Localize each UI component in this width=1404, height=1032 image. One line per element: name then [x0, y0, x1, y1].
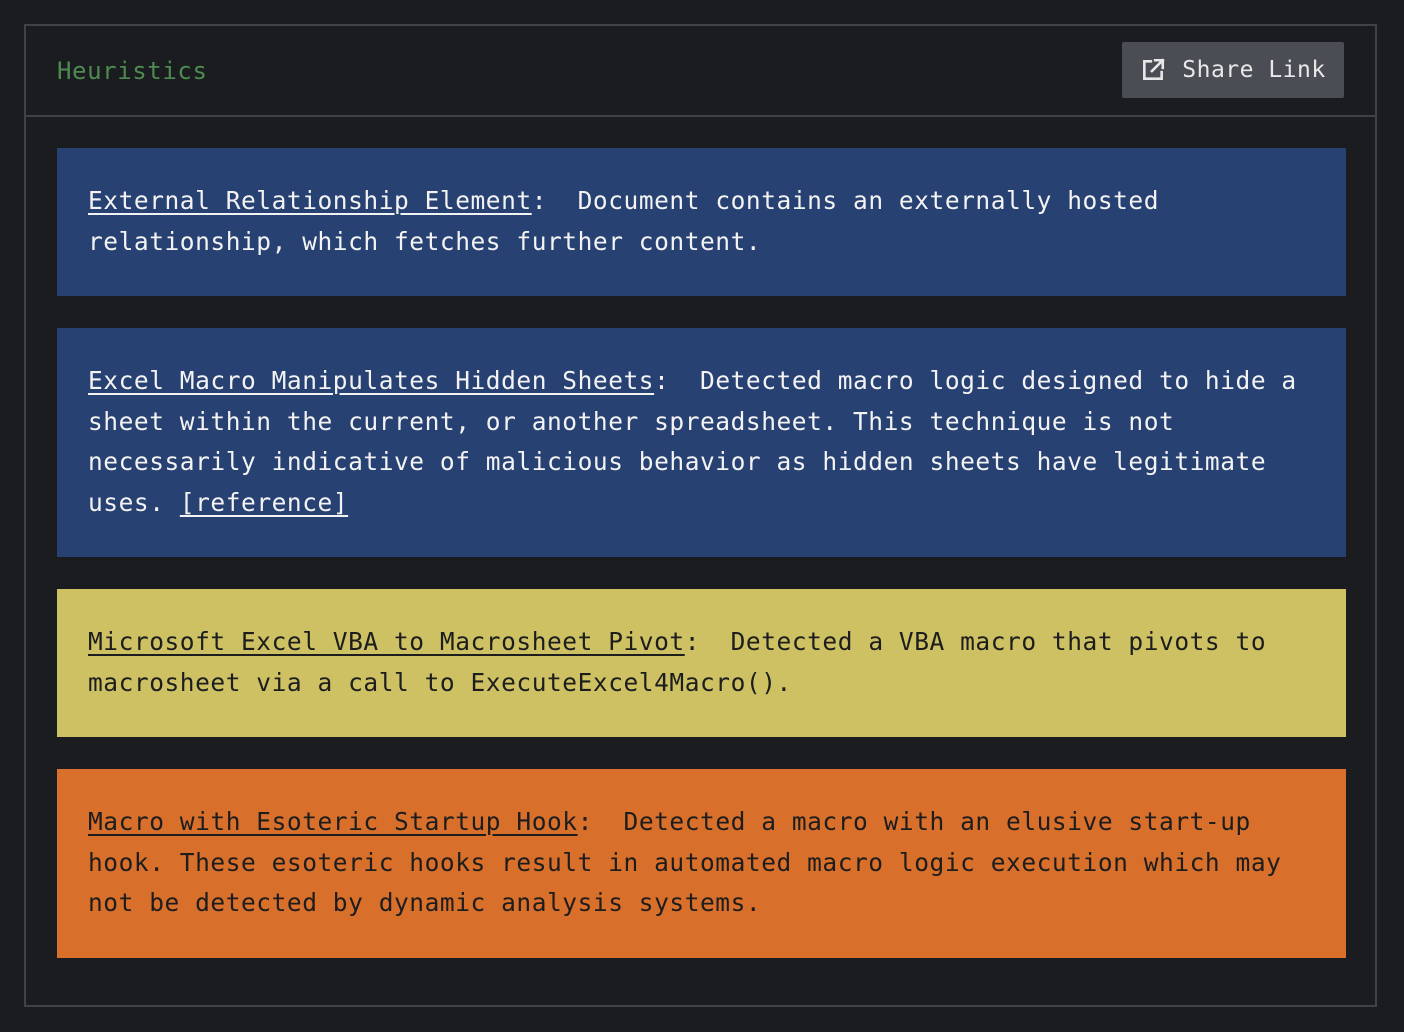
panel-header: Heuristics Share Link — [26, 26, 1375, 117]
finding-esoteric-startup-hook: Macro with Esoteric Startup Hook: Detect… — [57, 769, 1346, 958]
finding-separator: : — [654, 366, 701, 395]
finding-name-link[interactable]: Excel Macro Manipulates Hidden Sheets — [88, 366, 654, 395]
finding-name-link[interactable]: Microsoft Excel VBA to Macrosheet Pivot — [88, 627, 685, 656]
finding-excel-macro-hidden-sheets: Excel Macro Manipulates Hidden Sheets: D… — [57, 328, 1346, 557]
finding-external-relationship-element: External Relationship Element: Document … — [57, 148, 1346, 296]
finding-separator: : — [577, 807, 624, 836]
findings-list: External Relationship Element: Document … — [57, 148, 1346, 990]
finding-vba-macrosheet-pivot: Microsoft Excel VBA to Macrosheet Pivot:… — [57, 589, 1346, 737]
finding-separator: : — [531, 186, 578, 215]
external-link-icon — [1140, 57, 1166, 83]
share-link-label: Share Link — [1182, 57, 1326, 83]
finding-name-link[interactable]: External Relationship Element — [88, 186, 532, 215]
heuristics-panel: Heuristics Share Link External Relations… — [24, 24, 1377, 1007]
panel-title: Heuristics — [57, 57, 208, 85]
finding-separator: : — [684, 627, 731, 656]
reference-link[interactable]: [reference] — [180, 488, 348, 517]
finding-name-link[interactable]: Macro with Esoteric Startup Hook — [88, 807, 578, 836]
share-link-button[interactable]: Share Link — [1122, 42, 1344, 98]
